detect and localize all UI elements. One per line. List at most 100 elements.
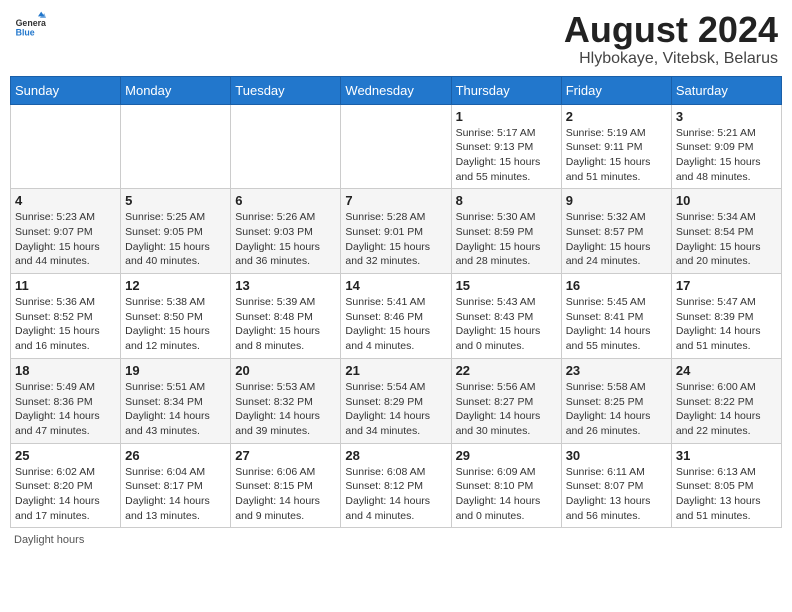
day-info: Sunrise: 5:23 AMSunset: 9:07 PMDaylight:… — [15, 210, 116, 269]
day-info: Sunrise: 5:49 AMSunset: 8:36 PMDaylight:… — [15, 380, 116, 439]
day-info: Sunrise: 5:58 AMSunset: 8:25 PMDaylight:… — [566, 380, 667, 439]
day-number: 29 — [456, 448, 557, 463]
calendar-cell: 19 Sunrise: 5:51 AMSunset: 8:34 PMDayligh… — [121, 358, 231, 443]
day-info: Sunrise: 5:53 AMSunset: 8:32 PMDaylight:… — [235, 380, 336, 439]
day-info: Sunrise: 6:13 AMSunset: 8:05 PMDaylight:… — [676, 465, 777, 524]
calendar-cell: 28 Sunrise: 6:08 AMSunset: 8:12 PMDayligh… — [341, 443, 451, 528]
day-info: Sunrise: 5:25 AMSunset: 9:05 PMDaylight:… — [125, 210, 226, 269]
day-info: Sunrise: 5:26 AMSunset: 9:03 PMDaylight:… — [235, 210, 336, 269]
svg-text:Blue: Blue — [16, 28, 35, 38]
day-number: 22 — [456, 363, 557, 378]
day-info: Sunrise: 5:51 AMSunset: 8:34 PMDaylight:… — [125, 380, 226, 439]
calendar-cell: 8 Sunrise: 5:30 AMSunset: 8:59 PMDaylight… — [451, 189, 561, 274]
day-number: 25 — [15, 448, 116, 463]
day-number: 8 — [456, 193, 557, 208]
day-info: Sunrise: 6:00 AMSunset: 8:22 PMDaylight:… — [676, 380, 777, 439]
day-number: 11 — [15, 278, 116, 293]
weekday-header-thursday: Thursday — [451, 76, 561, 104]
day-info: Sunrise: 6:08 AMSunset: 8:12 PMDaylight:… — [345, 465, 446, 524]
day-info: Sunrise: 5:39 AMSunset: 8:48 PMDaylight:… — [235, 295, 336, 354]
calendar-cell: 1 Sunrise: 5:17 AMSunset: 9:13 PMDaylight… — [451, 104, 561, 189]
day-info: Sunrise: 5:34 AMSunset: 8:54 PMDaylight:… — [676, 210, 777, 269]
day-info: Sunrise: 5:32 AMSunset: 8:57 PMDaylight:… — [566, 210, 667, 269]
weekday-header-monday: Monday — [121, 76, 231, 104]
day-number: 24 — [676, 363, 777, 378]
day-number: 28 — [345, 448, 446, 463]
day-number: 14 — [345, 278, 446, 293]
calendar-cell: 14 Sunrise: 5:41 AMSunset: 8:46 PMDayligh… — [341, 274, 451, 359]
day-number: 10 — [676, 193, 777, 208]
day-info: Sunrise: 5:47 AMSunset: 8:39 PMDaylight:… — [676, 295, 777, 354]
day-number: 16 — [566, 278, 667, 293]
day-info: Sunrise: 5:19 AMSunset: 9:11 PMDaylight:… — [566, 126, 667, 185]
day-number: 18 — [15, 363, 116, 378]
day-number: 31 — [676, 448, 777, 463]
calendar-table: SundayMondayTuesdayWednesdayThursdayFrid… — [10, 76, 782, 529]
day-number: 9 — [566, 193, 667, 208]
day-number: 3 — [676, 109, 777, 124]
day-info: Sunrise: 5:38 AMSunset: 8:50 PMDaylight:… — [125, 295, 226, 354]
calendar-cell: 31 Sunrise: 6:13 AMSunset: 8:05 PMDayligh… — [671, 443, 781, 528]
header: General Blue August 2024 Hlybokaye, Vite… — [10, 10, 782, 68]
title-area: August 2024 Hlybokaye, Vitebsk, Belarus — [564, 10, 778, 68]
calendar-week-row: 1 Sunrise: 5:17 AMSunset: 9:13 PMDaylight… — [11, 104, 782, 189]
day-number: 26 — [125, 448, 226, 463]
calendar-cell: 13 Sunrise: 5:39 AMSunset: 8:48 PMDayligh… — [231, 274, 341, 359]
day-number: 21 — [345, 363, 446, 378]
weekday-header-row: SundayMondayTuesdayWednesdayThursdayFrid… — [11, 76, 782, 104]
location-title: Hlybokaye, Vitebsk, Belarus — [564, 50, 778, 68]
calendar-cell: 26 Sunrise: 6:04 AMSunset: 8:17 PMDayligh… — [121, 443, 231, 528]
calendar-cell: 3 Sunrise: 5:21 AMSunset: 9:09 PMDaylight… — [671, 104, 781, 189]
weekday-header-sunday: Sunday — [11, 76, 121, 104]
day-number: 13 — [235, 278, 336, 293]
calendar-week-row: 18 Sunrise: 5:49 AMSunset: 8:36 PMDayligh… — [11, 358, 782, 443]
day-number: 4 — [15, 193, 116, 208]
day-number: 27 — [235, 448, 336, 463]
day-info: Sunrise: 6:04 AMSunset: 8:17 PMDaylight:… — [125, 465, 226, 524]
day-info: Sunrise: 5:17 AMSunset: 9:13 PMDaylight:… — [456, 126, 557, 185]
day-info: Sunrise: 5:56 AMSunset: 8:27 PMDaylight:… — [456, 380, 557, 439]
logo: General Blue — [14, 10, 46, 42]
weekday-header-saturday: Saturday — [671, 76, 781, 104]
day-info: Sunrise: 6:02 AMSunset: 8:20 PMDaylight:… — [15, 465, 116, 524]
day-info: Sunrise: 6:11 AMSunset: 8:07 PMDaylight:… — [566, 465, 667, 524]
day-info: Sunrise: 5:36 AMSunset: 8:52 PMDaylight:… — [15, 295, 116, 354]
day-info: Sunrise: 6:06 AMSunset: 8:15 PMDaylight:… — [235, 465, 336, 524]
calendar-cell: 20 Sunrise: 5:53 AMSunset: 8:32 PMDayligh… — [231, 358, 341, 443]
calendar-cell: 7Sunrise: 5:28 AMSunset: 9:01 PMDaylight… — [341, 189, 451, 274]
calendar-cell: 17 Sunrise: 5:47 AMSunset: 8:39 PMDayligh… — [671, 274, 781, 359]
weekday-header-tuesday: Tuesday — [231, 76, 341, 104]
calendar-cell — [231, 104, 341, 189]
month-title: August 2024 — [564, 10, 778, 50]
calendar-week-row: 25 Sunrise: 6:02 AMSunset: 8:20 PMDayligh… — [11, 443, 782, 528]
calendar-cell: 23 Sunrise: 5:58 AMSunset: 8:25 PMDayligh… — [561, 358, 671, 443]
calendar-cell: 16 Sunrise: 5:45 AMSunset: 8:41 PMDayligh… — [561, 274, 671, 359]
calendar-cell: 21 Sunrise: 5:54 AMSunset: 8:29 PMDayligh… — [341, 358, 451, 443]
calendar-cell: 15Sunrise: 5:43 AMSunset: 8:43 PMDayligh… — [451, 274, 561, 359]
day-info: Sunrise: 6:09 AMSunset: 8:10 PMDaylight:… — [456, 465, 557, 524]
day-info: Sunrise: 5:30 AMSunset: 8:59 PMDaylight:… — [456, 210, 557, 269]
day-number: 17 — [676, 278, 777, 293]
calendar-cell: 24 Sunrise: 6:00 AMSunset: 8:22 PMDayligh… — [671, 358, 781, 443]
calendar-cell: 5Sunrise: 5:25 AMSunset: 9:05 PMDaylight… — [121, 189, 231, 274]
calendar-cell — [121, 104, 231, 189]
day-info: Sunrise: 5:43 AMSunset: 8:43 PMDaylight:… — [456, 295, 557, 354]
logo-icon: General Blue — [14, 10, 46, 42]
day-number: 20 — [235, 363, 336, 378]
calendar-cell — [341, 104, 451, 189]
calendar-cell: 9 Sunrise: 5:32 AMSunset: 8:57 PMDaylight… — [561, 189, 671, 274]
day-number: 23 — [566, 363, 667, 378]
day-info: Sunrise: 5:54 AMSunset: 8:29 PMDaylight:… — [345, 380, 446, 439]
calendar-cell: 25 Sunrise: 6:02 AMSunset: 8:20 PMDayligh… — [11, 443, 121, 528]
day-info: Sunrise: 5:41 AMSunset: 8:46 PMDaylight:… — [345, 295, 446, 354]
day-number: 30 — [566, 448, 667, 463]
day-number: 7 — [345, 193, 446, 208]
calendar-cell: 22 Sunrise: 5:56 AMSunset: 8:27 PMDayligh… — [451, 358, 561, 443]
calendar-cell — [11, 104, 121, 189]
day-number: 19 — [125, 363, 226, 378]
day-info: Sunrise: 5:21 AMSunset: 9:09 PMDaylight:… — [676, 126, 777, 185]
calendar-cell: 2Sunrise: 5:19 AMSunset: 9:11 PMDaylight… — [561, 104, 671, 189]
calendar-cell: 6Sunrise: 5:26 AMSunset: 9:03 PMDaylight… — [231, 189, 341, 274]
day-number: 1 — [456, 109, 557, 124]
day-info: Sunrise: 5:45 AMSunset: 8:41 PMDaylight:… — [566, 295, 667, 354]
